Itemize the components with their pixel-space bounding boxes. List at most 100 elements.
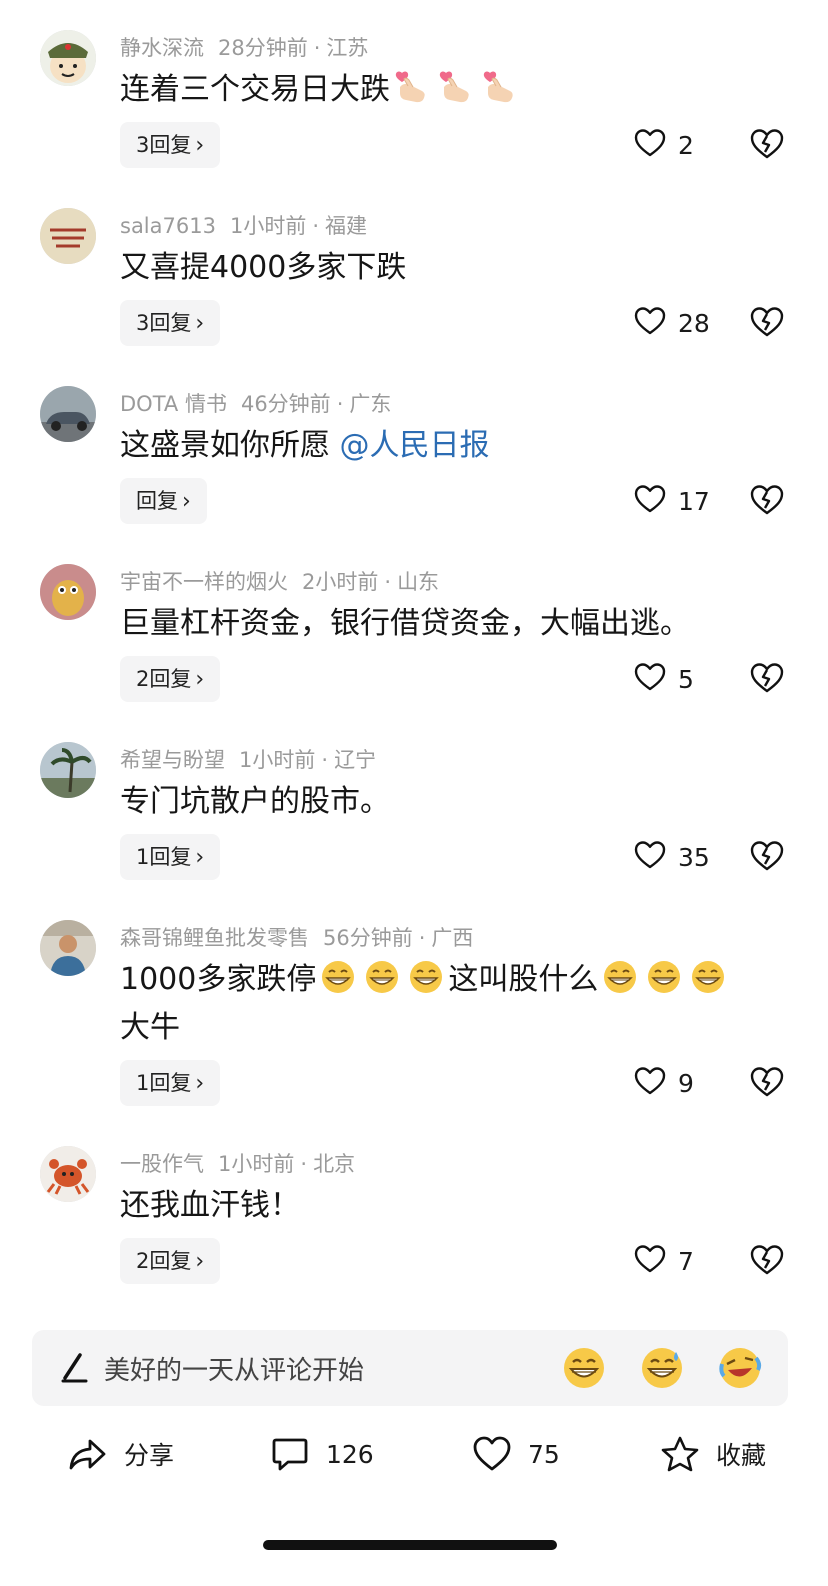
user-avatar[interactable] <box>40 1146 96 1202</box>
comment-body: 连着三个交易日大跌 <box>120 66 780 114</box>
heart-icon <box>473 1436 511 1471</box>
share-button[interactable]: 分享 <box>68 1434 174 1474</box>
finger-heart-emoji-icon <box>482 69 518 105</box>
username[interactable]: sala7613 <box>120 214 216 238</box>
like-count: 75 <box>528 1439 560 1469</box>
meta-separator: · <box>312 214 320 238</box>
comment-input-bar[interactable]: 美好的一天从评论开始 <box>32 1330 788 1406</box>
share-label: 分享 <box>124 1441 175 1470</box>
username[interactable]: 希望与盼望 <box>120 748 225 772</box>
meta-separator: · <box>418 926 426 950</box>
chevron-right-icon: › <box>195 311 205 336</box>
like-comment-button[interactable]: 2 <box>634 127 694 163</box>
home-indicator <box>263 1540 557 1550</box>
heart-icon <box>634 662 666 696</box>
like-comment-button[interactable]: 35 <box>634 839 710 875</box>
dislike-comment-button[interactable] <box>750 662 784 694</box>
comment-meta: 宇宙不一样的烟火 2小时前 · 山东 <box>120 566 439 596</box>
comment-like-count: 9 <box>678 1068 694 1098</box>
username[interactable]: 静水深流 <box>120 36 204 60</box>
chevron-right-icon: › <box>195 133 205 158</box>
username[interactable]: 森哥锦鲤鱼批发零售 <box>120 926 309 950</box>
meta-separator: · <box>300 1152 308 1176</box>
dislike-comment-button[interactable] <box>750 1066 784 1098</box>
view-replies-button[interactable]: 1回复 › <box>120 1060 221 1106</box>
dislike-comment-button[interactable] <box>750 840 784 872</box>
comment-text-middle: 这叫股什么 <box>448 962 599 997</box>
replies-label: 1回复 <box>136 845 192 869</box>
user-avatar[interactable] <box>40 742 96 798</box>
broken-heart-icon <box>750 663 784 698</box>
grin-emoji-button[interactable] <box>562 1346 606 1390</box>
comment-input-placeholder[interactable]: 美好的一天从评论开始 <box>104 1350 364 1387</box>
heart-icon <box>634 840 666 874</box>
like-comment-button[interactable]: 9 <box>634 1065 694 1101</box>
username[interactable]: DOTA 情书 <box>120 392 227 416</box>
broken-heart-icon <box>750 307 784 342</box>
comment-like-count: 35 <box>678 842 710 872</box>
broken-heart-icon <box>750 841 784 876</box>
like-post-button[interactable]: 75 <box>472 1434 560 1474</box>
comment-location: 广东 <box>349 392 392 416</box>
heart-icon <box>634 484 666 518</box>
comment-like-count: 2 <box>678 130 694 160</box>
user-avatar[interactable] <box>40 386 96 442</box>
comment-like-count: 5 <box>678 664 694 694</box>
replies-label: 1回复 <box>136 1071 192 1095</box>
chevron-right-icon: › <box>195 1249 205 1274</box>
user-avatar[interactable] <box>40 30 96 86</box>
pen-icon <box>61 1353 88 1383</box>
grin-emoji-icon <box>690 959 726 995</box>
view-replies-button[interactable]: 3回复 › <box>120 122 221 168</box>
dislike-comment-button[interactable] <box>750 306 784 338</box>
comment-time: 46分钟前 <box>240 392 331 416</box>
like-comment-button[interactable]: 7 <box>634 1243 694 1279</box>
comment-body: 专门坑散户的股市。 <box>120 778 780 826</box>
comment-location: 江苏 <box>326 36 369 60</box>
comment-location: 北京 <box>313 1152 356 1176</box>
replies-label: 回复 <box>136 489 178 513</box>
comment-meta: 静水深流 28分钟前 · 江苏 <box>120 32 368 62</box>
dislike-comment-button[interactable] <box>750 1244 784 1276</box>
broken-heart-icon <box>750 1067 784 1102</box>
grin-emoji-icon <box>562 1348 606 1394</box>
comment-body: 这盛景如你所愿 @人民日报 <box>120 422 780 470</box>
comment-text: 专门坑散户的股市。 <box>120 784 390 819</box>
dislike-comment-button[interactable] <box>750 484 784 516</box>
comment-meta: DOTA 情书 46分钟前 · 广东 <box>120 388 391 418</box>
user-avatar[interactable] <box>40 564 96 620</box>
user-avatar[interactable] <box>40 208 96 264</box>
comment-meta: sala7613 1小时前 · 福建 <box>120 210 367 240</box>
comment-location: 辽宁 <box>334 748 377 772</box>
comment-text: 还我血汗钱！ <box>120 1188 300 1223</box>
like-comment-button[interactable]: 5 <box>634 661 694 697</box>
comment-location: 山东 <box>397 570 440 594</box>
comment-meta: 希望与盼望 1小时前 · 辽宁 <box>120 744 376 774</box>
meta-separator: · <box>336 392 344 416</box>
view-replies-button[interactable]: 2回复 › <box>120 656 221 702</box>
username[interactable]: 宇宙不一样的烟火 <box>120 570 288 594</box>
sweat-grin-emoji-button[interactable] <box>640 1346 684 1390</box>
chevron-right-icon: › <box>195 845 205 870</box>
comments-button[interactable]: 126 <box>270 1434 374 1474</box>
chevron-right-icon: › <box>182 489 191 514</box>
like-comment-button[interactable]: 17 <box>634 483 710 519</box>
view-replies-button[interactable]: 2回复 › <box>120 1238 221 1284</box>
meta-separator: · <box>313 36 321 60</box>
replies-label: 2回复 <box>136 1249 192 1273</box>
favorite-button[interactable]: 收藏 <box>660 1434 766 1474</box>
like-comment-button[interactable]: 28 <box>634 305 710 341</box>
comment-time: 1小时前 <box>218 1152 295 1176</box>
mention-link[interactable]: @人民日报 <box>340 428 490 463</box>
view-replies-button[interactable]: 3回复 › <box>120 300 221 346</box>
finger-heart-emoji-icon <box>438 69 474 105</box>
username[interactable]: 一股作气 <box>120 1152 204 1176</box>
laugh-cry-emoji-button[interactable] <box>718 1346 762 1390</box>
comment-text: 巨量杠杆资金，银行借贷资金，大幅出逃。 <box>120 606 690 641</box>
comment-time: 28分钟前 <box>218 36 308 60</box>
view-replies-button[interactable]: 1回复 › <box>120 834 221 880</box>
view-replies-button[interactable]: 回复 › <box>120 478 207 524</box>
user-avatar[interactable] <box>40 920 96 976</box>
dislike-comment-button[interactable] <box>750 128 784 160</box>
broken-heart-icon <box>750 485 784 520</box>
